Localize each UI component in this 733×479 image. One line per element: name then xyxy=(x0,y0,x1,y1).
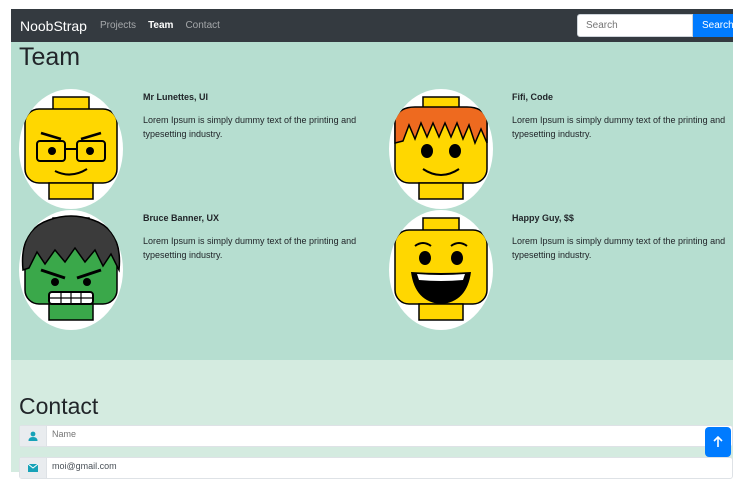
back-to-top-button[interactable] xyxy=(705,427,731,457)
happy-face-icon xyxy=(394,217,488,321)
member-avatar xyxy=(19,210,123,330)
orange-hair-face-icon xyxy=(394,96,488,200)
arrow-up-icon xyxy=(713,436,723,447)
member-description: Lorem Ipsum is simply dummy text of the … xyxy=(512,236,726,260)
nav-link-projects[interactable]: Projects xyxy=(100,20,136,31)
email-field-group xyxy=(19,457,733,479)
member-avatar xyxy=(389,210,493,330)
member-avatar xyxy=(389,89,493,209)
member-description: Lorem Ipsum is simply dummy text of the … xyxy=(143,236,357,260)
member-name: Mr Lunettes, UI xyxy=(143,92,209,102)
member-name: Bruce Banner, UX xyxy=(143,213,220,223)
member-description: Lorem Ipsum is simply dummy text of the … xyxy=(143,115,357,139)
brand-logo[interactable]: NoobStrap xyxy=(20,18,87,34)
navbar: NoobStrap Projects Team Contact Search xyxy=(11,9,733,42)
user-icon xyxy=(20,426,47,446)
team-title: Team xyxy=(19,43,81,71)
member-name: Happy Guy, $$ xyxy=(512,213,574,223)
member-name: Fifi, Code xyxy=(512,92,553,102)
team-section: Team Mr Lunettes, UI Lorem Ipsum is simp… xyxy=(11,42,733,360)
nav-link-contact[interactable]: Contact xyxy=(185,20,219,31)
glasses-face-icon xyxy=(24,96,118,200)
search-input[interactable] xyxy=(577,14,693,37)
contact-section: Contact xyxy=(11,360,733,479)
member-description: Lorem Ipsum is simply dummy text of the … xyxy=(512,115,726,139)
member-avatar xyxy=(19,89,123,209)
nav-link-team[interactable]: Team xyxy=(148,20,173,31)
contact-title: Contact xyxy=(19,393,99,419)
name-input[interactable] xyxy=(52,429,652,439)
name-field-group xyxy=(19,425,733,447)
search-button[interactable]: Search xyxy=(693,14,733,37)
envelope-icon xyxy=(20,458,47,478)
email-input[interactable] xyxy=(52,461,652,471)
hulk-face-icon xyxy=(21,215,121,321)
